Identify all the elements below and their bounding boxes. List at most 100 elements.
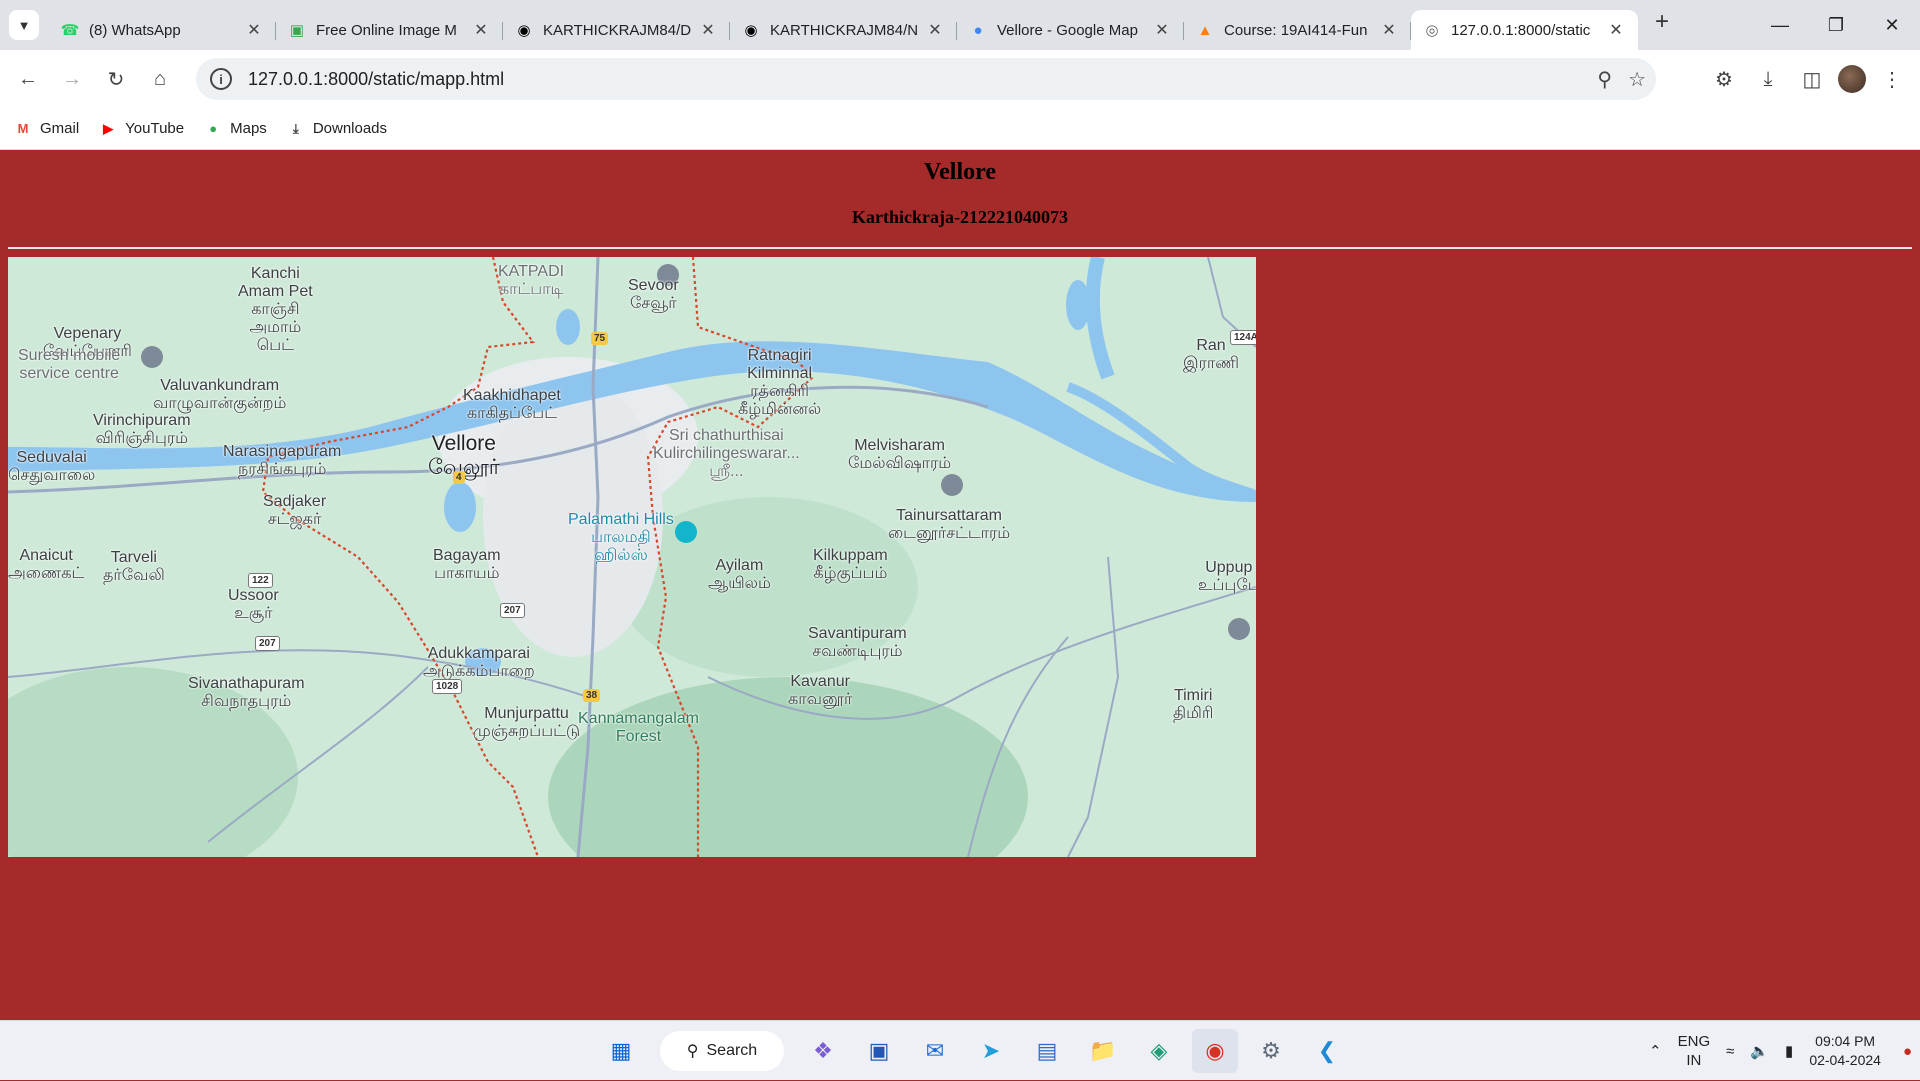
browser-tab[interactable]: ◎ 127.0.0.1:8000/static ✕ (1411, 10, 1638, 50)
bookmark-star-icon[interactable]: ☆ (1628, 67, 1646, 92)
close-tab-icon[interactable]: ✕ (1379, 20, 1399, 40)
home-button[interactable]: ⌂ (138, 57, 182, 101)
place-local-name: பாலமதி ஹில்ஸ் (591, 529, 651, 564)
battery-icon[interactable]: ▮ (1785, 1042, 1793, 1061)
browser-tab[interactable]: ▲ Course: 19AI414-Fun ✕ (1184, 10, 1411, 50)
map-place-label: Narasingapuram நரசிங்கபுரம் (223, 443, 341, 479)
map-place-label: Munjurpattu முஞ்சுறப்பட்டு (473, 705, 580, 741)
place-local-name: சவண்டிபுரம் (812, 643, 903, 660)
vscode-icon[interactable]: ❮ (1304, 1029, 1350, 1073)
close-tab-icon[interactable]: ✕ (244, 20, 264, 40)
telegram-icon[interactable]: ➤ (968, 1029, 1014, 1073)
back-button[interactable]: ← (6, 57, 50, 101)
copilot-icon[interactable]: ❖ (800, 1029, 846, 1073)
chrome-icon[interactable]: ◉ (1192, 1029, 1238, 1073)
search-label: Search (706, 1042, 758, 1059)
site-info-icon[interactable]: i (210, 68, 232, 90)
bookmark-item[interactable]: ▶ YouTube (99, 120, 184, 137)
extensions-icon[interactable]: ⚙ (1706, 57, 1742, 101)
place-local-name: காகிதப்பேட் (466, 405, 557, 422)
new-tab-button[interactable]: + (1644, 4, 1680, 40)
place-local-name: டைனூர்சட்டாரம் (888, 525, 1011, 542)
volume-icon[interactable]: 🔈 (1750, 1042, 1769, 1061)
maps-icon: ● (209, 121, 218, 136)
bookmarks-bar: M Gmail ▶ YouTube ● Maps ⤓ Downloads (0, 108, 1920, 150)
restore-button[interactable]: ❐ (1808, 0, 1864, 50)
file-explorer-icon[interactable]: 📁 (1080, 1029, 1126, 1073)
close-tab-icon[interactable]: ✕ (471, 20, 491, 40)
settings-icon[interactable]: ⚙ (1248, 1029, 1294, 1073)
browser-tab[interactable]: ◉ KARTHICKRAJM84/N ✕ (730, 10, 957, 50)
browser-tab[interactable]: ● Vellore - Google Map ✕ (957, 10, 1184, 50)
globe-icon: ◎ (1425, 22, 1439, 39)
place-name: Savantipuram (808, 625, 907, 642)
place-name: Narasingapuram (223, 443, 342, 460)
notepad-icon[interactable]: ▤ (1024, 1029, 1070, 1073)
moodle-icon: ▲ (1197, 21, 1213, 39)
place-local-name: விரிஞ்சிபுரம் (95, 430, 188, 447)
taskbar-search[interactable]: ⚲ Search (660, 1031, 784, 1071)
forward-button[interactable]: → (50, 57, 94, 101)
place-name: Kanchi Amam Pet (238, 265, 313, 300)
browser-tab[interactable]: ☎ (8) WhatsApp ✕ (49, 10, 276, 50)
close-tab-icon[interactable]: ✕ (698, 20, 718, 40)
tab-title: KARTHICKRAJM84/N (770, 21, 919, 39)
address-bar[interactable]: i 127.0.0.1:8000/static/mapp.html ⚲ ☆ (196, 58, 1656, 100)
notification-bell-icon[interactable]: ● (1903, 1042, 1912, 1061)
google-maps-icon: ● (973, 21, 983, 39)
back-arrow-icon: ← (18, 67, 38, 90)
downloads-icon[interactable]: ⤓ (1750, 57, 1786, 101)
minimize-button[interactable]: — (1752, 0, 1808, 50)
store-icon[interactable]: ▣ (856, 1029, 902, 1073)
mail-icon[interactable]: ✉ (912, 1029, 958, 1073)
whatsapp-icon: ☎ (60, 22, 80, 39)
side-panel-icon[interactable]: ◫ (1794, 57, 1830, 101)
road-shield: 38 (583, 689, 601, 702)
map-place-label: Sadjaker சட்ஜகர் (263, 493, 326, 529)
language-indicator[interactable]: ENG IN (1678, 1032, 1711, 1070)
road-shield: 122 (248, 573, 273, 588)
region-label: IN (1686, 1052, 1702, 1069)
edge-icon[interactable]: ◈ (1136, 1029, 1182, 1073)
windows-start-icon[interactable]: ▦ (598, 1029, 644, 1073)
chevron-up-icon[interactable]: ⌃ (1649, 1042, 1662, 1061)
download-icon: ⤓ (292, 120, 299, 136)
place-local-name: கீழ்குப்பம் (813, 565, 888, 582)
bookmark-item[interactable]: ⤓ Downloads (287, 120, 387, 137)
wifi-icon[interactable]: ≈ (1726, 1042, 1734, 1061)
address-url[interactable]: 127.0.0.1:8000/static/mapp.html (248, 69, 504, 90)
place-local-name: முஞ்சுறப்பட்டு (473, 723, 581, 740)
close-tab-icon[interactable]: ✕ (1152, 20, 1172, 40)
place-name: Anaicut (19, 547, 73, 564)
close-window-button[interactable]: ✕ (1864, 0, 1920, 50)
place-local-name: காஞ்சி அமாம் பெட் (249, 301, 302, 354)
close-tab-icon[interactable]: ✕ (925, 20, 945, 40)
bookmark-item[interactable]: M Gmail (14, 120, 80, 137)
clock-date: 02-04-2024 (1809, 1052, 1881, 1068)
tab-search-button[interactable]: ▼ (9, 10, 39, 40)
menu-kebab-icon[interactable]: ⋮ (1874, 57, 1910, 101)
place-name: Kavanur (790, 673, 850, 690)
map-place-label: Sevoor சேவூர் (628, 277, 679, 313)
map-place-label: Adukkamparai அடுக்கம்பாறை (423, 645, 535, 681)
place-name: Palamathi Hills (568, 511, 674, 528)
chevron-down-icon: ▼ (17, 17, 31, 33)
place-local-name: பாகாயம் (434, 565, 500, 582)
close-tab-icon[interactable]: ✕ (1606, 20, 1626, 40)
bookmark-item[interactable]: ● Maps (204, 120, 267, 137)
map-place-label: Anaicut அணைகட் (8, 547, 84, 583)
reload-button[interactable]: ↻ (94, 57, 138, 101)
zoom-icon[interactable]: ⚲ (1597, 67, 1612, 92)
tab-title: (8) WhatsApp (89, 21, 181, 39)
profile-avatar[interactable] (1838, 65, 1866, 93)
browser-tab[interactable]: ◉ KARTHICKRAJM84/D ✕ (503, 10, 730, 50)
place-name: Timiri (1173, 687, 1213, 704)
language-label: ENG (1677, 1033, 1711, 1050)
place-name: Adukkamparai (427, 645, 530, 662)
clock[interactable]: 09:04 PM 02-04-2024 (1809, 1032, 1881, 1070)
place-local-name: உப்புபே (1198, 577, 1256, 594)
page-content: Vellore Karthickraja-212221040073 Kanchi… (0, 151, 1920, 1020)
map-place-label: Virinchipuram விரிஞ்சிபுரம் (93, 412, 191, 448)
browser-tab[interactable]: ▣ Free Online Image M ✕ (276, 10, 503, 50)
place-name: Sevoor (628, 277, 679, 294)
